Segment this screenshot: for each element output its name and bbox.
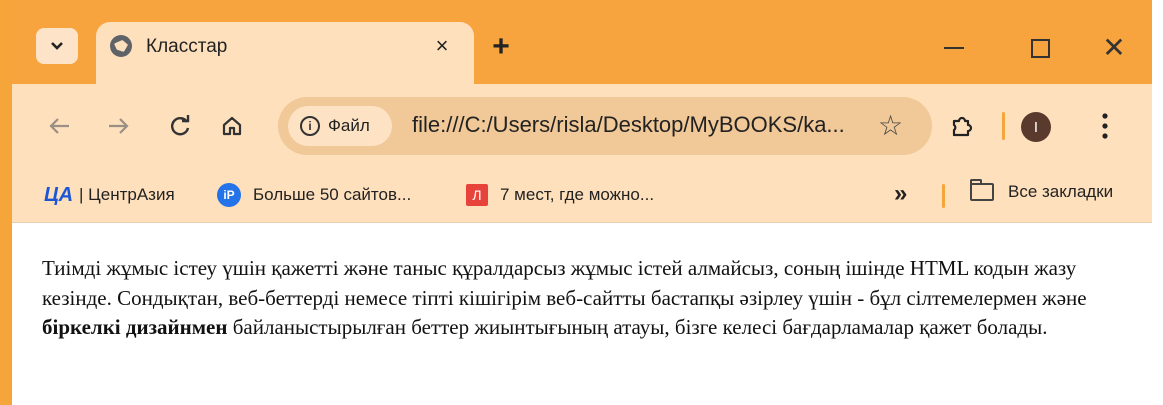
- bookmark-label: 7 мест, где можно...: [500, 185, 655, 204]
- tab-close-button[interactable]: ×: [428, 32, 456, 60]
- tab-title: Класстар: [146, 36, 228, 57]
- url-text[interactable]: file:///C:/Users/risla/Desktop/MyBOOKS/k…: [412, 112, 845, 138]
- close-icon: ✕: [1102, 32, 1126, 63]
- bookmark-star-icon[interactable]: ☆: [878, 109, 903, 142]
- address-bar[interactable]: i Файл file:///C:/Users/risla/Desktop/My…: [278, 97, 932, 155]
- paragraph-text-2: байланыстырылған беттер жиынтығының атау…: [227, 315, 1048, 339]
- navigation-toolbar: i Файл file:///C:/Users/risla/Desktop/My…: [12, 84, 1152, 168]
- maximize-button[interactable]: [1010, 28, 1070, 68]
- bookmark-50-sites[interactable]: iP Больше 50 сайтов...: [217, 182, 411, 208]
- minimize-icon: [944, 47, 964, 49]
- bookmark-centrasia[interactable]: ЦА | ЦентрАзия: [44, 182, 175, 208]
- bookmarks-divider: [942, 184, 945, 208]
- folder-icon: [970, 179, 994, 201]
- site-info-label: Файл: [328, 116, 370, 135]
- home-icon: [222, 116, 242, 136]
- browser-window: Класстар × + ✕ i Файл file:///C:/Users/r…: [12, 0, 1152, 405]
- site-info-chip[interactable]: i Файл: [288, 106, 392, 146]
- l-logo-icon: Л: [466, 184, 488, 206]
- centrasia-logo-icon: ЦА: [44, 183, 74, 206]
- home-button[interactable]: [212, 106, 252, 146]
- bold-text: біркелкі дизайнмен: [42, 315, 228, 339]
- all-bookmarks-button[interactable]: Все закладки: [970, 179, 1114, 202]
- tab-search-button[interactable]: [36, 28, 78, 64]
- ip-logo-icon: iP: [217, 183, 241, 207]
- globe-icon: [110, 35, 132, 57]
- desktop-edge: [0, 0, 12, 405]
- back-button[interactable]: [40, 106, 80, 146]
- close-window-button[interactable]: ✕: [1084, 28, 1144, 68]
- paragraph-text-1: Тиімді жұмыс істеу үшін қажетті және тан…: [42, 256, 1087, 310]
- reload-button[interactable]: [160, 106, 200, 146]
- reload-icon: [171, 115, 190, 136]
- menu-button[interactable]: [1090, 108, 1120, 144]
- arrow-left-icon: [49, 118, 69, 134]
- bookmark-label: | ЦентрАзия: [79, 185, 175, 204]
- minimize-button[interactable]: [924, 28, 984, 68]
- title-bar: Класстар × + ✕: [12, 0, 1152, 84]
- info-icon: i: [300, 116, 320, 136]
- page-content: Тиімді жұмыс істеу үшін қажетті және тан…: [42, 254, 1132, 343]
- profile-avatar[interactable]: I: [1021, 112, 1051, 142]
- all-bookmarks-label: Все закладки: [1008, 182, 1114, 201]
- arrow-right-icon: [109, 118, 129, 134]
- chevron-down-icon: [51, 42, 63, 50]
- maximize-icon: [1030, 38, 1050, 58]
- tab-active[interactable]: Класстар ×: [96, 22, 474, 84]
- bookmarks-bar: ЦА | ЦентрАзия iP Больше 50 сайтов... Л …: [12, 168, 1152, 223]
- extensions-button[interactable]: [942, 106, 982, 146]
- bookmarks-overflow-button[interactable]: »: [894, 180, 907, 208]
- puzzle-icon: [952, 116, 973, 137]
- bookmark-label: Больше 50 сайтов...: [253, 185, 412, 204]
- toolbar-divider: [1002, 112, 1005, 140]
- bookmark-7-places[interactable]: Л 7 мест, где можно...: [466, 182, 654, 208]
- new-tab-button[interactable]: +: [484, 30, 518, 64]
- forward-button[interactable]: [98, 106, 138, 146]
- more-vertical-icon: [1102, 113, 1108, 139]
